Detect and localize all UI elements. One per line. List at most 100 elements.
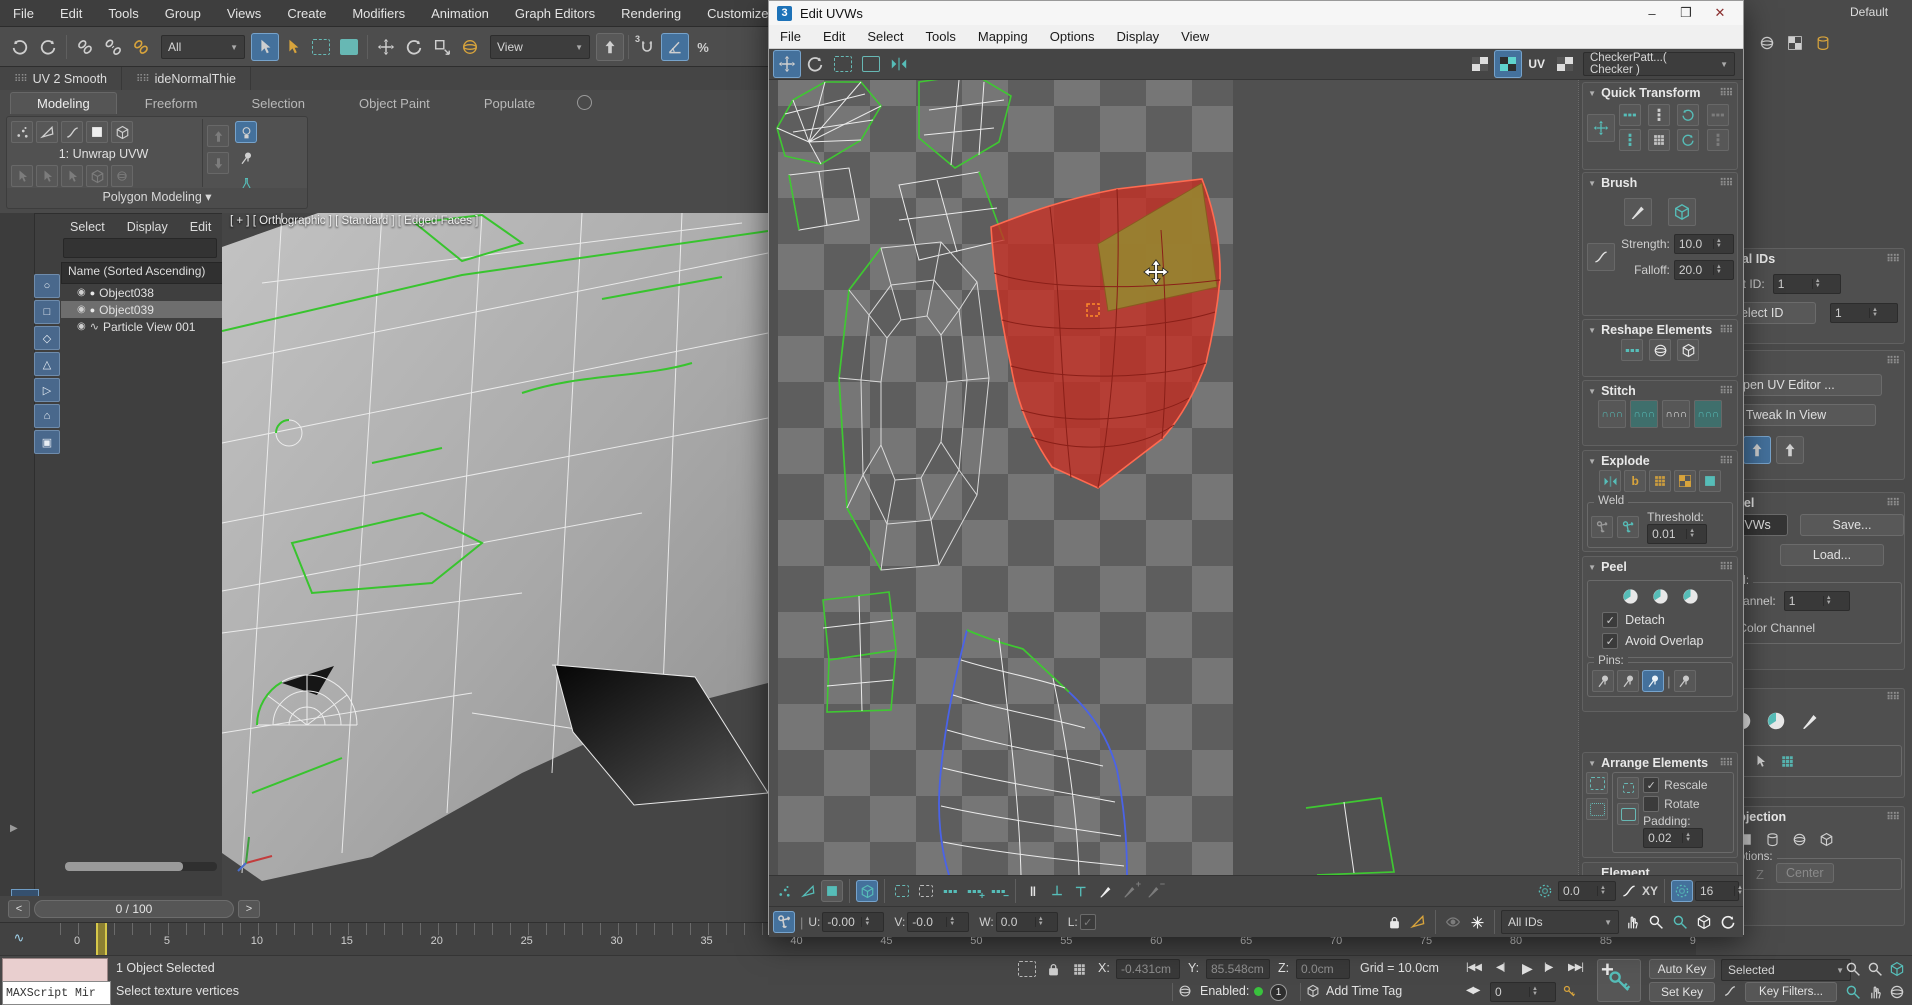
ribbon-tab-objectpaint[interactable]: Object Paint: [333, 93, 456, 114]
unlink-icon[interactable]: [99, 33, 127, 61]
y-field[interactable]: 85.548cm: [1206, 959, 1270, 979]
selection-lock-icon[interactable]: [1042, 958, 1064, 980]
select-rotate-icon[interactable]: [400, 33, 428, 61]
pin-icon[interactable]: [235, 147, 257, 169]
grow-loop-icon[interactable]: +: [963, 880, 985, 902]
snaps-toggle-icon[interactable]: 3: [633, 33, 661, 61]
filter-selected-faces-icon[interactable]: [1407, 911, 1429, 933]
seam-grid-icon[interactable]: [1776, 750, 1798, 772]
align-z-icon[interactable]: Z: [1749, 863, 1771, 885]
menu-item[interactable]: Edit: [47, 6, 95, 21]
uvw-menu-item[interactable]: Tools: [915, 29, 967, 44]
qt-distribute-v-icon[interactable]: [1707, 129, 1729, 151]
ribbon-tab-selection[interactable]: Selection: [226, 93, 331, 114]
uvw-mirror-icon[interactable]: [885, 50, 913, 78]
redo-icon[interactable]: [34, 33, 62, 61]
zoom-extents-icon[interactable]: [1886, 958, 1908, 980]
visibility-eye-icon[interactable]: ◉: [77, 304, 86, 315]
v-field[interactable]: -0.0▲▼: [907, 912, 969, 932]
align-to-pivot-icon[interactable]: ⊥: [1070, 880, 1092, 902]
select-ring-icon[interactable]: ‖: [1022, 880, 1044, 902]
menu-item[interactable]: File: [0, 6, 47, 21]
pack-custom-icon[interactable]: [1586, 798, 1608, 820]
convert-edge-icon[interactable]: [1749, 750, 1771, 772]
selection-set-dropdown[interactable]: Selected▼: [1721, 959, 1851, 981]
pin-stack-up-icon[interactable]: [207, 125, 229, 147]
shrink-loop-icon[interactable]: −: [987, 880, 1009, 902]
paint-select-add-icon[interactable]: +: [1118, 880, 1140, 902]
edit-poly-icon[interactable]: [86, 165, 108, 187]
strength-field[interactable]: 10.0▲▼: [1674, 234, 1734, 254]
visibility-eye-icon[interactable]: ◉: [77, 287, 86, 298]
auto-key-button[interactable]: Auto Key: [1649, 959, 1715, 979]
uv-face-mode-icon[interactable]: [821, 880, 843, 902]
qt-rotate-cw-icon[interactable]: [1677, 129, 1699, 151]
qt-distribute-h-icon[interactable]: [1707, 104, 1729, 126]
peel-mode-icon[interactable]: [1619, 585, 1641, 607]
uv-zoom-region-icon[interactable]: [1669, 911, 1691, 933]
select-place-icon[interactable]: [456, 33, 484, 61]
explorer-menu-display[interactable]: Display: [118, 220, 177, 234]
uv-zoom-icon[interactable]: [1645, 911, 1667, 933]
set-id-field[interactable]: 1▲▼: [1773, 274, 1841, 294]
uv-element-mode-icon[interactable]: [856, 880, 878, 902]
uvw-freeform-icon[interactable]: [857, 50, 885, 78]
quick-peel-tool-icon[interactable]: [1649, 585, 1671, 607]
zoom-icon[interactable]: [1842, 958, 1864, 980]
align-to-edge-icon[interactable]: ⊥: [1046, 880, 1068, 902]
flatten-by-angle-icon[interactable]: [1674, 470, 1696, 492]
time-cursor[interactable]: [96, 923, 107, 956]
display-filter-icon[interactable]: ⌂: [34, 404, 60, 428]
uv-lock-icon[interactable]: [1383, 911, 1405, 933]
weld-all-icon[interactable]: [1617, 516, 1639, 538]
map-channel-field[interactable]: 1▲▼: [1784, 591, 1850, 611]
uv-canvas[interactable]: [769, 80, 1578, 875]
relax-full-icon[interactable]: [1677, 339, 1699, 361]
docked-tab-uv2smooth[interactable]: ⠿⠿UV 2 Smooth: [0, 67, 122, 91]
menu-item[interactable]: Graph Editors: [502, 6, 608, 21]
uv-pan-icon[interactable]: [1621, 911, 1643, 933]
peel-reset-tool-icon[interactable]: [1679, 585, 1701, 607]
hide-icon[interactable]: [1442, 911, 1464, 933]
quick-transform-icon[interactable]: [1776, 436, 1804, 464]
notification-badge[interactable]: 1: [1270, 984, 1287, 1001]
prev-frame-button[interactable]: <: [8, 900, 30, 918]
uvw-gizmo-icon[interactable]: [773, 911, 795, 933]
key-mode-toggle-icon[interactable]: [1721, 982, 1739, 1000]
falloff-field[interactable]: 20.0▲▼: [1674, 260, 1734, 280]
ribbon-tab-modeling[interactable]: Modeling: [10, 92, 117, 114]
workspace-dropdown[interactable]: Default: [1850, 5, 1888, 19]
bind-spacewarp-icon[interactable]: [127, 33, 155, 61]
pelt-icon[interactable]: [1796, 707, 1824, 735]
menu-item[interactable]: Tools: [95, 6, 151, 21]
display-filter-icon[interactable]: □: [34, 300, 60, 324]
checker-tiling-icon[interactable]: [1494, 50, 1522, 78]
element-mode-icon[interactable]: [111, 121, 133, 143]
selection-lock-region-icon[interactable]: [1016, 958, 1038, 980]
uvw-menu-item[interactable]: Display: [1106, 29, 1171, 44]
detach-checkbox[interactable]: ✓: [1602, 612, 1618, 628]
pin-remove-icon[interactable]: [1617, 670, 1639, 692]
texture-list-dropdown[interactable]: CheckerPatt...( Checker )▼: [1583, 52, 1735, 76]
qt-rotate-ccw-icon[interactable]: [1677, 104, 1699, 126]
explorer-menu-select[interactable]: Select: [61, 220, 114, 234]
display-filter-icon[interactable]: △: [34, 352, 60, 376]
expand-arrow-icon[interactable]: ▶: [10, 823, 18, 834]
maxscript-pink-box[interactable]: [2, 958, 108, 982]
ribbon-tab-populate[interactable]: Populate: [458, 93, 561, 114]
crossing-region-icon[interactable]: [335, 33, 363, 61]
lock-aspect-checkbox[interactable]: ✓: [1080, 914, 1096, 930]
qt-space-v-icon[interactable]: [1648, 104, 1670, 126]
relax-brush-icon[interactable]: [1668, 198, 1696, 226]
go-to-end-icon[interactable]: ▶▶|: [1568, 962, 1583, 973]
select-by-name-icon[interactable]: [279, 33, 307, 61]
freeze-icon[interactable]: [1466, 911, 1488, 933]
close-icon[interactable]: ✕: [1703, 3, 1737, 23]
uvw-scale-icon[interactable]: [829, 50, 857, 78]
display-filter-icon[interactable]: ○: [34, 274, 60, 298]
paint-select-icon[interactable]: [1094, 880, 1116, 902]
display-filter-icon[interactable]: ◇: [34, 326, 60, 350]
rectangular-region-icon[interactable]: [307, 33, 335, 61]
prev-key-icon[interactable]: ◀|: [1496, 962, 1504, 973]
soft-falloff-curve-icon[interactable]: [1618, 880, 1640, 902]
